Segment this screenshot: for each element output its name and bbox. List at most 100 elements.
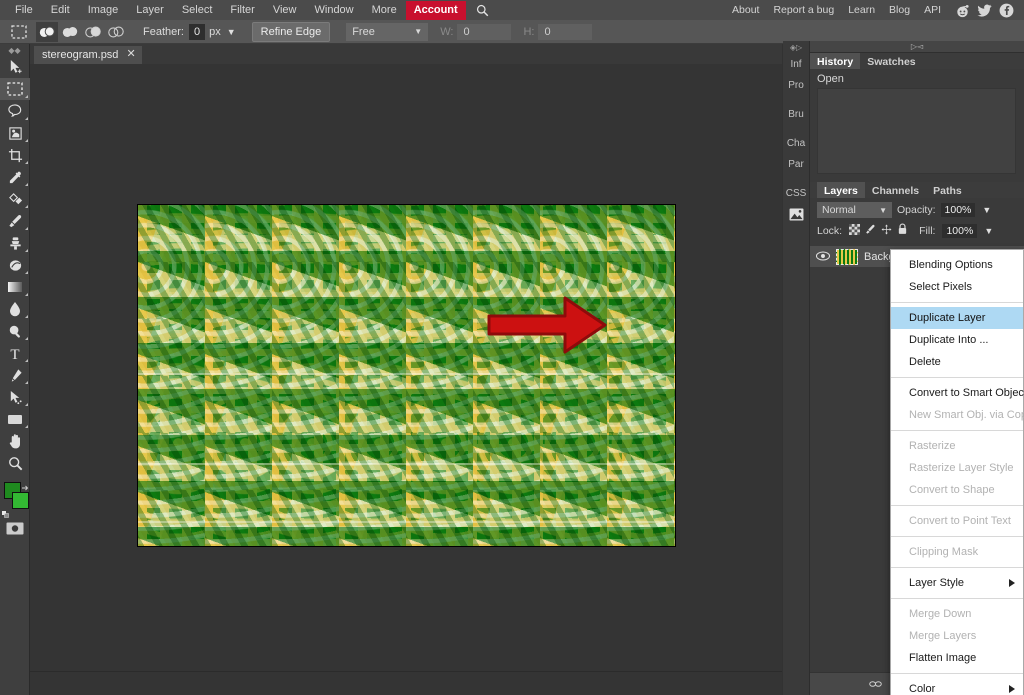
width-input[interactable]: 0: [457, 23, 512, 40]
menu-item-color[interactable]: Color: [891, 678, 1023, 695]
lock-transparency-icon[interactable]: [849, 222, 861, 240]
fill-slider-icon[interactable]: ▼: [984, 226, 993, 236]
menu-item-flatten-image[interactable]: Flatten Image: [891, 647, 1023, 669]
magic-wand-tool[interactable]: [0, 122, 30, 144]
refine-edge-button[interactable]: Refine Edge: [251, 21, 331, 42]
zoom-tool[interactable]: [0, 452, 30, 474]
link-report-a-bug[interactable]: Report a bug: [766, 4, 841, 16]
facebook-icon[interactable]: [999, 3, 1014, 18]
color-swatches[interactable]: [0, 480, 30, 518]
background-color-swatch[interactable]: [12, 492, 29, 509]
menu-item-select-pixels[interactable]: Select Pixels: [891, 276, 1023, 298]
shape-tool[interactable]: [0, 408, 30, 430]
height-input[interactable]: 0: [538, 23, 593, 40]
path-selection-tool[interactable]: [0, 386, 30, 408]
eye-icon[interactable]: [815, 248, 831, 266]
close-icon[interactable]: ✕: [126, 49, 135, 60]
document-tab-stereogram[interactable]: stereogram.psd ✕: [34, 46, 142, 64]
quick-mask-icon[interactable]: [0, 518, 30, 538]
intersect-selection-button[interactable]: [105, 22, 127, 42]
link-api[interactable]: API: [917, 4, 948, 16]
reddit-icon[interactable]: [955, 3, 970, 18]
blur-tool[interactable]: [0, 298, 30, 320]
gradient-tool[interactable]: [0, 276, 30, 298]
menu-item-convert-to-smart-object[interactable]: Convert to Smart Object: [891, 382, 1024, 404]
type-tool[interactable]: T: [0, 342, 30, 364]
menu-item-edit[interactable]: Edit: [42, 1, 79, 20]
stereogram-image[interactable]: [138, 205, 675, 546]
rectangular-marquee-icon[interactable]: [8, 21, 30, 43]
tab-history[interactable]: History: [810, 53, 861, 69]
link-layers-icon[interactable]: [869, 678, 882, 691]
lock-position-icon[interactable]: [881, 222, 892, 240]
menu-item-delete[interactable]: Delete: [891, 351, 1023, 373]
canvas-workspace[interactable]: [30, 64, 782, 671]
lock-image-icon[interactable]: [865, 222, 876, 240]
link-learn[interactable]: Learn: [841, 4, 882, 16]
menu-item-file[interactable]: File: [6, 1, 42, 20]
rail-tab-character[interactable]: Cha: [783, 133, 809, 153]
link-blog[interactable]: Blog: [882, 4, 917, 16]
menu-item-image[interactable]: Image: [79, 1, 128, 20]
toolbar-grip-icon[interactable]: ◆◆: [0, 44, 29, 56]
crop-tool[interactable]: [0, 144, 30, 166]
menu-item-blending-options[interactable]: Blending Options: [891, 254, 1023, 276]
panel-collapse-icon[interactable]: ▷◅: [810, 41, 1024, 53]
hand-tool[interactable]: [0, 430, 30, 452]
menu-item-select[interactable]: Select: [173, 1, 222, 20]
link-about[interactable]: About: [725, 4, 766, 16]
menu-item-window[interactable]: Window: [306, 1, 363, 20]
swap-colors-icon[interactable]: [21, 480, 29, 491]
lock-label: Lock:: [817, 225, 843, 237]
menu-item-duplicate-layer[interactable]: Duplicate Layer: [891, 307, 1023, 329]
rail-tab-brushes[interactable]: Bru: [783, 104, 809, 124]
chevron-down-icon: ▼: [879, 205, 887, 215]
tab-paths[interactable]: Paths: [926, 182, 969, 198]
menu-item-layer-style[interactable]: Layer Style: [891, 572, 1023, 594]
style-select[interactable]: Free ▼: [346, 22, 429, 41]
rectangular-marquee-tool[interactable]: [0, 78, 30, 100]
fill-input[interactable]: 100%: [942, 224, 978, 238]
image-icon[interactable]: [783, 204, 809, 224]
history-item-open[interactable]: Open: [810, 71, 1024, 88]
history-list-empty-area[interactable]: [817, 88, 1016, 174]
menu-item-duplicate-into[interactable]: Duplicate Into ...: [891, 329, 1023, 351]
menu-item-filter[interactable]: Filter: [221, 1, 263, 20]
dodge-tool[interactable]: [0, 320, 30, 342]
menu-item-more[interactable]: More: [363, 1, 406, 20]
eraser-tool[interactable]: [0, 254, 30, 276]
menu-item-view[interactable]: View: [264, 1, 306, 20]
subtract-from-selection-button[interactable]: [82, 22, 104, 42]
opacity-slider-icon[interactable]: ▼: [982, 205, 991, 215]
reset-colors-icon[interactable]: [2, 506, 10, 518]
opacity-input[interactable]: 100%: [940, 203, 976, 217]
tab-swatches[interactable]: Swatches: [860, 53, 922, 69]
tab-layers[interactable]: Layers: [817, 182, 865, 198]
new-selection-button[interactable]: [36, 21, 58, 42]
rail-tab-css[interactable]: CSS: [783, 183, 809, 203]
menu-item-account[interactable]: Account: [405, 0, 466, 20]
lasso-tool[interactable]: [0, 100, 30, 122]
pen-tool[interactable]: [0, 364, 30, 386]
healing-brush-tool[interactable]: [0, 188, 30, 210]
menu-separator: [891, 673, 1023, 674]
eyedropper-tool[interactable]: [0, 166, 30, 188]
add-to-selection-button[interactable]: [59, 22, 81, 42]
rail-tab-paragraph[interactable]: Par: [783, 154, 809, 174]
rail-separator: [783, 125, 809, 133]
feather-dropdown-icon[interactable]: ▼: [227, 27, 236, 37]
twitter-icon[interactable]: [977, 3, 992, 18]
search-icon[interactable]: [466, 4, 497, 17]
move-tool[interactable]: [0, 56, 30, 78]
clone-stamp-tool[interactable]: [0, 232, 30, 254]
rail-tab-properties[interactable]: Pro: [783, 75, 809, 95]
rail-collapse-icon[interactable]: ◈▷: [783, 41, 809, 54]
tab-channels[interactable]: Channels: [865, 182, 926, 198]
blend-mode-select[interactable]: Normal ▼: [817, 202, 892, 218]
rail-tab-info[interactable]: Inf: [783, 54, 809, 74]
lock-all-icon[interactable]: [897, 222, 908, 240]
layer-thumbnail[interactable]: [836, 248, 858, 265]
menu-item-layer[interactable]: Layer: [127, 1, 173, 20]
brush-tool[interactable]: [0, 210, 30, 232]
feather-input[interactable]: 0: [188, 23, 206, 40]
